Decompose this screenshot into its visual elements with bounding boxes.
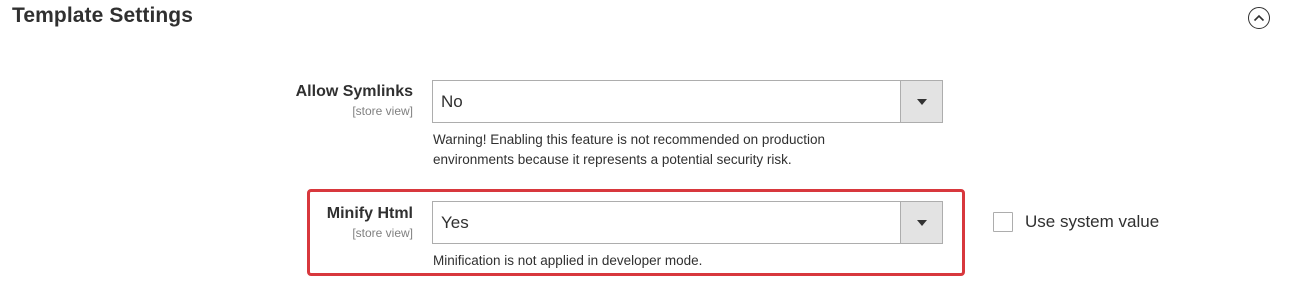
allow-symlinks-select[interactable]: No	[432, 80, 943, 123]
minify-html-select-value: Yes	[441, 213, 469, 232]
minify-html-scope: [store view]	[352, 226, 413, 240]
allow-symlinks-note-line2: environments because it represents a pot…	[433, 152, 792, 167]
minify-html-label-group: Minify Html [store view]	[327, 204, 413, 241]
allow-symlinks-note-line1: Warning! Enabling this feature is not re…	[433, 132, 825, 147]
use-system-value-checkbox[interactable]	[993, 212, 1013, 232]
allow-symlinks-label-group: Allow Symlinks [store view]	[296, 82, 413, 119]
allow-symlinks-label: Allow Symlinks	[295, 83, 413, 100]
dropdown-arrow-icon[interactable]	[900, 81, 942, 122]
allow-symlinks-select-value: No	[441, 92, 463, 111]
collapse-section-button[interactable]	[1248, 7, 1270, 29]
section-title: Template Settings	[12, 4, 194, 27]
dropdown-arrow-icon[interactable]	[900, 202, 942, 243]
minify-html-label: Minify Html	[326, 205, 413, 222]
use-system-value-toggle[interactable]: Use system value	[993, 212, 1159, 232]
chevron-up-icon	[1253, 14, 1265, 22]
minify-html-note: Minification is not applied in developer…	[433, 253, 703, 268]
minify-html-select[interactable]: Yes	[432, 201, 943, 244]
allow-symlinks-note: Warning! Enabling this feature is not re…	[433, 130, 933, 170]
allow-symlinks-scope: [store view]	[352, 104, 413, 118]
use-system-value-label[interactable]: Use system value	[1025, 212, 1159, 232]
